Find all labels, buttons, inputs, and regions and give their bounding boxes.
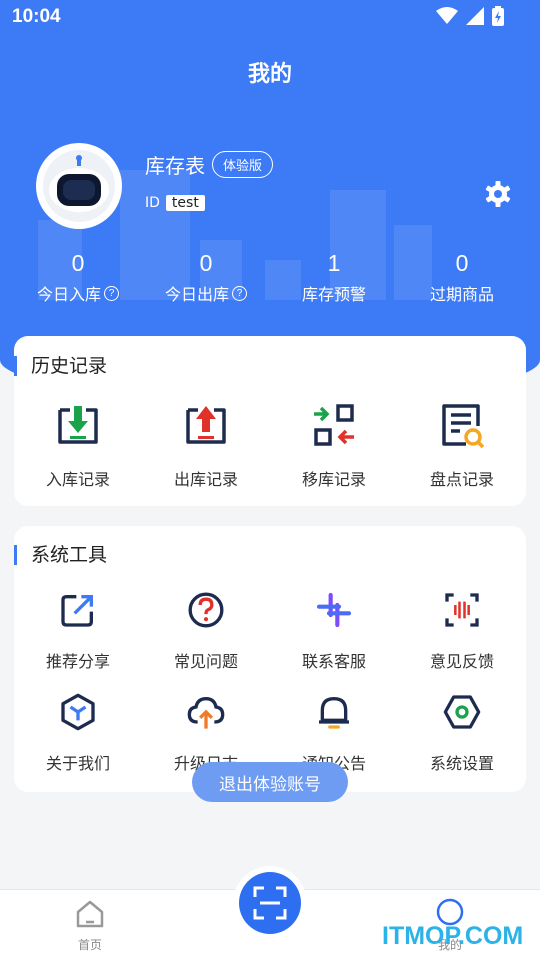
wifi-icon (436, 7, 458, 24)
faq-item[interactable]: 常见问题 (142, 590, 270, 672)
stat-label: 今日入库 (36, 285, 101, 304)
outbound-record-label: 出库记录 (173, 470, 238, 489)
outbound-record-item[interactable]: 出库记录 (142, 402, 270, 490)
faq-label: 常见问题 (173, 652, 238, 671)
question-icon (188, 592, 224, 628)
customer-service-icon (316, 592, 352, 628)
stocktake-record-item[interactable]: 盘点记录 (398, 402, 526, 490)
home-icon (76, 900, 104, 928)
system-settings-item[interactable]: 系统设置 (398, 692, 526, 774)
battery-icon (492, 6, 504, 26)
about-label: 关于我们 (45, 754, 110, 773)
about-item[interactable]: 关于我们 (14, 692, 142, 774)
id-label: ID (145, 195, 160, 211)
feedback-icon (445, 593, 479, 627)
outbound-record-icon (186, 406, 226, 444)
stat-today-outbound[interactable]: 0 今日出库? (142, 250, 270, 305)
user-name: 库存表 (145, 154, 205, 178)
inbound-record-item[interactable]: 入库记录 (14, 402, 142, 490)
feedback-label: 意见反馈 (429, 652, 494, 671)
signal-icon (466, 7, 484, 25)
stat-value: 0 (71, 250, 85, 276)
inbound-record-icon (58, 406, 98, 444)
stat-stock-warning[interactable]: 1 库存预警 (270, 250, 398, 305)
share-item[interactable]: 推荐分享 (14, 590, 142, 672)
scan-button[interactable] (233, 866, 307, 940)
inbound-record-label: 入库记录 (45, 470, 110, 489)
stocktake-record-icon (442, 404, 485, 449)
stat-value: 1 (327, 250, 341, 276)
help-icon[interactable]: ? (104, 285, 119, 301)
stat-expired-goods[interactable]: 0 过期商品 (398, 250, 526, 305)
transfer-record-label: 移库记录 (301, 470, 366, 489)
stat-label: 过期商品 (429, 285, 494, 304)
transfer-record-item[interactable]: 移库记录 (270, 402, 398, 490)
stat-today-inbound[interactable]: 0 今日入库? (14, 250, 142, 305)
upgrade-log-icon (187, 696, 225, 729)
system-settings-label: 系统设置 (429, 754, 494, 773)
scan-icon (253, 886, 287, 920)
about-icon (61, 693, 95, 731)
share-icon (61, 595, 93, 627)
settings-icon (443, 695, 481, 729)
customer-service-item[interactable]: 联系客服 (270, 590, 398, 672)
gear-icon[interactable] (484, 180, 512, 208)
status-bar: 10:04 (0, 0, 540, 36)
tools-section-title: 系统工具 (14, 545, 107, 565)
avatar[interactable] (36, 143, 122, 229)
stat-label: 今日出库 (164, 285, 229, 304)
bell-icon (319, 697, 349, 729)
tab-home[interactable]: 首页 (50, 898, 130, 953)
robot-avatar-icon (49, 155, 109, 212)
history-card: 历史记录 入库记录 出库记录 移库记录 盘点记录 (14, 336, 526, 506)
share-label: 推荐分享 (45, 652, 110, 671)
customer-service-label: 联系客服 (301, 652, 366, 671)
site-watermark: ITMOP.COM (382, 922, 524, 950)
stat-label: 库存预警 (301, 285, 366, 304)
status-time: 10:04 (12, 6, 61, 27)
feedback-item[interactable]: 意见反馈 (398, 590, 526, 672)
stats-row: 0 今日入库? 0 今日出库? 1 库存预警 0 过期商品 (14, 250, 526, 305)
tab-home-label: 首页 (77, 938, 102, 952)
logout-trial-button[interactable]: 退出体验账号 (192, 762, 348, 802)
tools-card: 系统工具 推荐分享 常见问题 联系客服 意见反馈 关于我们 系统设置 (14, 526, 526, 792)
help-icon[interactable]: ? (232, 285, 247, 301)
trial-badge: 体验版 (212, 151, 274, 178)
history-section-title: 历史记录 (14, 356, 107, 376)
stat-value: 0 (455, 250, 469, 276)
id-value: test (165, 195, 205, 211)
stocktake-record-label: 盘点记录 (429, 470, 494, 489)
transfer-record-icon (314, 404, 354, 446)
stat-value: 0 (199, 250, 213, 276)
page-title: 我的 (247, 62, 292, 87)
user-id-row: ID test (145, 195, 205, 211)
